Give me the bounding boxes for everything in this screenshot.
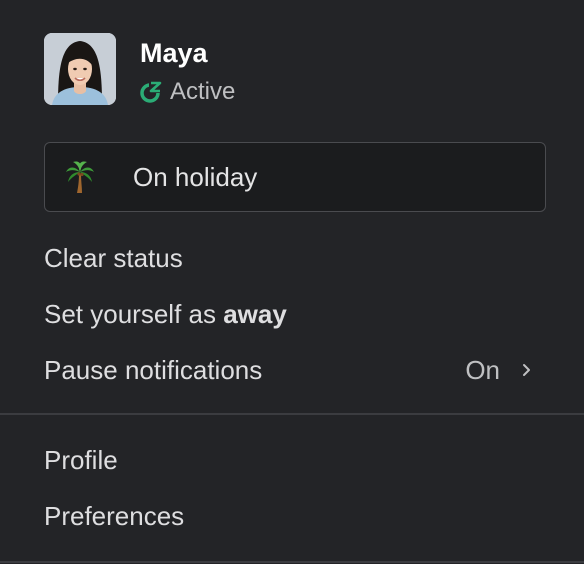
profile-item[interactable]: Profile (44, 440, 540, 480)
identity: Maya Active (140, 37, 235, 105)
preferences-label: Preferences (44, 500, 185, 531)
profile-header: Maya Active (44, 33, 235, 105)
presence-away-snooze-icon (140, 81, 162, 103)
palm-tree-icon (66, 161, 94, 193)
pause-notifications-item[interactable]: Pause notifications On (44, 350, 540, 390)
clear-status-item[interactable]: Clear status (44, 238, 540, 278)
user-name: Maya (140, 38, 208, 68)
profile-label: Profile (44, 444, 118, 475)
presence-indicator[interactable]: Active (140, 79, 235, 105)
set-away-bold-label: away (223, 298, 287, 329)
chevron-right-icon (523, 364, 530, 376)
avatar[interactable] (44, 33, 116, 105)
status-field[interactable]: On holiday (44, 142, 546, 212)
set-away-item[interactable]: Set yourself as away (44, 294, 540, 334)
pause-notifications-label: Pause notifications (44, 354, 263, 385)
preferences-item[interactable]: Preferences (44, 496, 540, 536)
bottom-divider (0, 561, 584, 563)
user-portrait-avatar-icon (44, 33, 116, 105)
presence-text: Active (170, 78, 236, 105)
pause-notifications-value: On (465, 354, 500, 385)
status-text: On holiday (133, 161, 258, 192)
pause-notifications-trailing: On (465, 355, 540, 386)
clear-status-label: Clear status (44, 242, 183, 273)
set-away-label: Set yourself as (44, 298, 216, 329)
menu-divider (0, 413, 584, 415)
user-menu: Maya Active On holiday Clear status Set … (0, 0, 584, 564)
